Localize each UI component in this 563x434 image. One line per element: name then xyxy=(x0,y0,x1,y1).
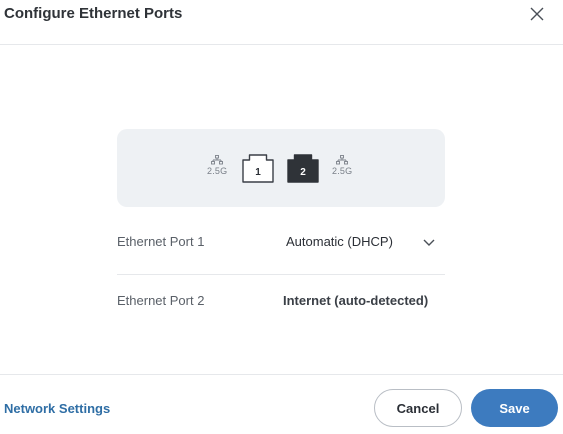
dialog-footer: Network Settings Cancel Save xyxy=(0,374,563,434)
close-button[interactable] xyxy=(527,4,547,24)
ethernet-port-2-label: Ethernet Port 2 xyxy=(117,293,205,308)
network-icon xyxy=(336,155,348,165)
ethernet-port-1-select[interactable]: Automatic (DHCP) xyxy=(286,234,393,249)
save-button[interactable]: Save xyxy=(471,389,558,427)
ethernet-port-1-value: Automatic (DHCP) xyxy=(286,234,393,249)
port-2-number: 2 xyxy=(300,167,306,178)
port-1-speed-label: 2.5G xyxy=(207,166,228,176)
close-icon xyxy=(530,7,544,21)
port-1-number: 1 xyxy=(255,167,261,178)
dialog-header: Configure Ethernet Ports xyxy=(0,0,563,45)
ethernet-port-2-value: Internet (auto-detected) xyxy=(283,293,429,308)
ethernet-port-2-row: Ethernet Port 2 Internet (auto-detected) xyxy=(117,293,445,313)
cancel-button[interactable]: Cancel xyxy=(374,389,462,427)
save-button-label: Save xyxy=(499,400,530,416)
ports-panel: 2.5G 1 2 2.5G xyxy=(117,129,445,207)
cancel-button-label: Cancel xyxy=(396,400,440,416)
network-icon xyxy=(211,155,223,165)
chevron-down-icon[interactable] xyxy=(423,239,435,247)
configure-ethernet-dialog: Configure Ethernet Ports 2.5G 1 2 2.5G E… xyxy=(0,0,563,434)
ethernet-port-1-label: Ethernet Port 1 xyxy=(117,234,205,249)
dialog-title: Configure Ethernet Ports xyxy=(4,5,183,22)
row-divider xyxy=(117,274,445,275)
network-settings-link[interactable]: Network Settings xyxy=(4,401,110,416)
ethernet-port-1-row: Ethernet Port 1 Automatic (DHCP) xyxy=(117,234,445,254)
port-2-speed-label: 2.5G xyxy=(332,166,353,176)
